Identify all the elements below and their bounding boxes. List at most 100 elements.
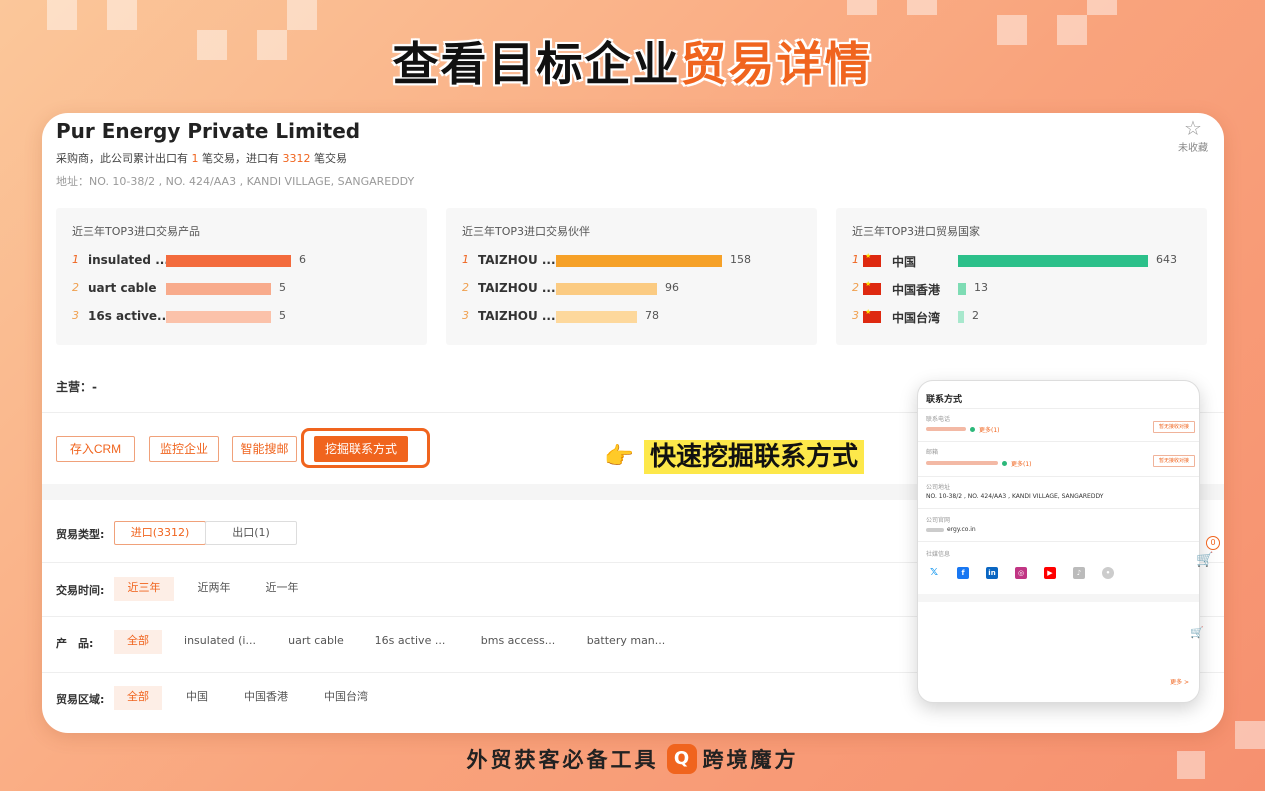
headline-part2: 贸易详情	[680, 37, 873, 91]
rank-value: 158	[730, 253, 751, 266]
decor-square	[907, 0, 937, 15]
verified-dot-icon	[970, 427, 975, 432]
popup-title: 联系方式	[926, 395, 963, 405]
website-redacted	[926, 528, 944, 532]
rank-row: 3 中国台湾 2	[852, 308, 1192, 325]
rank-value: 13	[974, 281, 988, 294]
rank-row: 3 TAIZHOU ... 78	[462, 309, 802, 325]
rank-bar	[958, 311, 964, 323]
rank-value: 6	[299, 253, 306, 266]
time-option[interactable]: 近一年	[252, 577, 312, 601]
rank-number: 3	[462, 309, 469, 322]
youtube-icon[interactable]: ▶	[1044, 567, 1056, 579]
top3-products-panel: 近三年TOP3进口交易产品 1 insulated ... 6 2 uart c…	[56, 208, 427, 345]
rank-number: 3	[72, 309, 79, 322]
summary-text: 笔交易，进口有	[198, 152, 283, 165]
rank-value: 5	[279, 281, 286, 294]
tiktok-icon[interactable]: ♪	[1073, 567, 1085, 579]
address-label: 公司地址	[926, 484, 951, 491]
panel-title: 近三年TOP3进口交易产品	[72, 225, 201, 238]
instagram-icon[interactable]: ◎	[1015, 567, 1027, 579]
trade-type-export[interactable]: 出口(1)	[205, 521, 297, 545]
company-summary: 采购商，此公司累计出口有 1 笔交易，进口有 3312 笔交易	[56, 150, 347, 166]
rank-number: 1	[72, 253, 79, 266]
region-option[interactable]: 中国	[182, 686, 212, 710]
import-count: 3312	[282, 152, 311, 165]
product-option[interactable]: 16s active ...	[372, 630, 448, 654]
linkedin-icon[interactable]: in	[986, 567, 998, 579]
region-option[interactable]: 中国香港	[240, 686, 292, 710]
trade-type-import[interactable]: 进口(3312)	[114, 521, 206, 545]
rank-number: 2	[852, 281, 859, 294]
phone-more-link[interactable]: 更多(1)	[979, 425, 1000, 434]
filter-label: 贸易类型:	[56, 528, 105, 541]
filter-label: 产 品:	[56, 637, 94, 650]
other-social-icon[interactable]: •	[1102, 567, 1114, 579]
facebook-icon[interactable]: f	[957, 567, 969, 579]
main-business: 主营：-	[56, 380, 97, 394]
rank-label: 中国	[892, 255, 917, 269]
decor-square	[47, 0, 77, 30]
product-option[interactable]: insulated (i...	[182, 630, 258, 654]
product-option[interactable]: 全部	[114, 630, 162, 654]
headline: 查看目标企业贸易详情	[0, 28, 1265, 94]
rank-label: 16s active...	[88, 309, 171, 323]
favorite-button[interactable]: ☆ 未收藏	[1178, 117, 1208, 154]
rank-label: TAIZHOU ...	[478, 309, 556, 323]
twitter-icon[interactable]: 𝕏	[928, 567, 940, 579]
cart-icon[interactable]: 🛒	[1190, 626, 1204, 639]
rank-value: 78	[645, 309, 659, 322]
pointing-hand-icon: 👉	[604, 442, 634, 470]
favorite-label: 未收藏	[1178, 143, 1208, 154]
time-option[interactable]: 近三年	[114, 577, 174, 601]
website-label: 公司官网	[926, 517, 951, 524]
rank-bar	[166, 311, 271, 323]
address-value: NO. 10-38/2 , NO. 424/AA3 , KANDI VILLAG…	[926, 493, 1104, 500]
company-address: 地址：NO. 10-38/2 , NO. 424/AA3 , KANDI VIL…	[56, 175, 415, 188]
headline-part1: 查看目标企业	[392, 37, 681, 91]
save-to-crm-button[interactable]: 存入CRM	[56, 436, 135, 462]
email-more-link[interactable]: 更多(1)	[1011, 459, 1032, 468]
highlight-ring	[301, 428, 430, 468]
footer-tagline: 外贸获客必备工具	[466, 748, 659, 772]
rank-bar	[958, 283, 966, 295]
popup-more-link[interactable]: 更多 >	[1170, 677, 1189, 686]
time-option[interactable]: 近两年	[184, 577, 244, 601]
footer-brand-name: 跨境魔方	[702, 748, 799, 772]
top3-countries-panel: 近三年TOP3进口贸易国家 1 中国 643 2 中国香港 13 3 中国台湾 …	[836, 208, 1207, 345]
rank-bar	[556, 311, 637, 323]
product-option[interactable]: battery man...	[586, 630, 666, 654]
product-option[interactable]: uart cable	[286, 630, 346, 654]
smart-email-search-button[interactable]: 智能搜邮	[232, 436, 297, 462]
phone-tag-button[interactable]: 暂无接收对接	[1153, 421, 1195, 433]
email-tag-button[interactable]: 暂无接收对接	[1153, 455, 1195, 467]
monitor-company-button[interactable]: 监控企业	[149, 436, 219, 462]
rank-bar	[166, 283, 271, 295]
rank-bar	[556, 283, 657, 295]
rank-row: 1 insulated ... 6	[72, 253, 412, 269]
rank-row: 2 TAIZHOU ... 96	[462, 281, 802, 297]
rank-row: 2 uart cable 5	[72, 281, 412, 297]
divider	[918, 408, 1199, 409]
china-flag-icon	[863, 280, 881, 295]
rank-bar	[958, 255, 1148, 267]
section-separator	[918, 594, 1199, 602]
divider	[918, 508, 1199, 509]
rank-label: 中国香港	[892, 283, 941, 297]
divider	[918, 541, 1199, 542]
cart-icon[interactable]: 🛒	[1196, 552, 1213, 568]
rank-number: 3	[852, 309, 859, 322]
china-flag-icon	[863, 308, 881, 323]
rank-value: 96	[665, 281, 679, 294]
rank-row: 2 中国香港 13	[852, 280, 1192, 297]
rank-row: 3 16s active... 5	[72, 309, 412, 325]
summary-text: 笔交易	[310, 152, 347, 165]
rank-label: uart cable	[88, 281, 157, 295]
product-option[interactable]: bms access...	[478, 630, 558, 654]
rank-number: 1	[462, 253, 469, 266]
email-redacted	[926, 461, 998, 465]
rank-value: 643	[1156, 253, 1177, 266]
website-value[interactable]: ergy.co.in	[947, 526, 976, 533]
region-option[interactable]: 中国台湾	[320, 686, 372, 710]
region-option[interactable]: 全部	[114, 686, 162, 710]
